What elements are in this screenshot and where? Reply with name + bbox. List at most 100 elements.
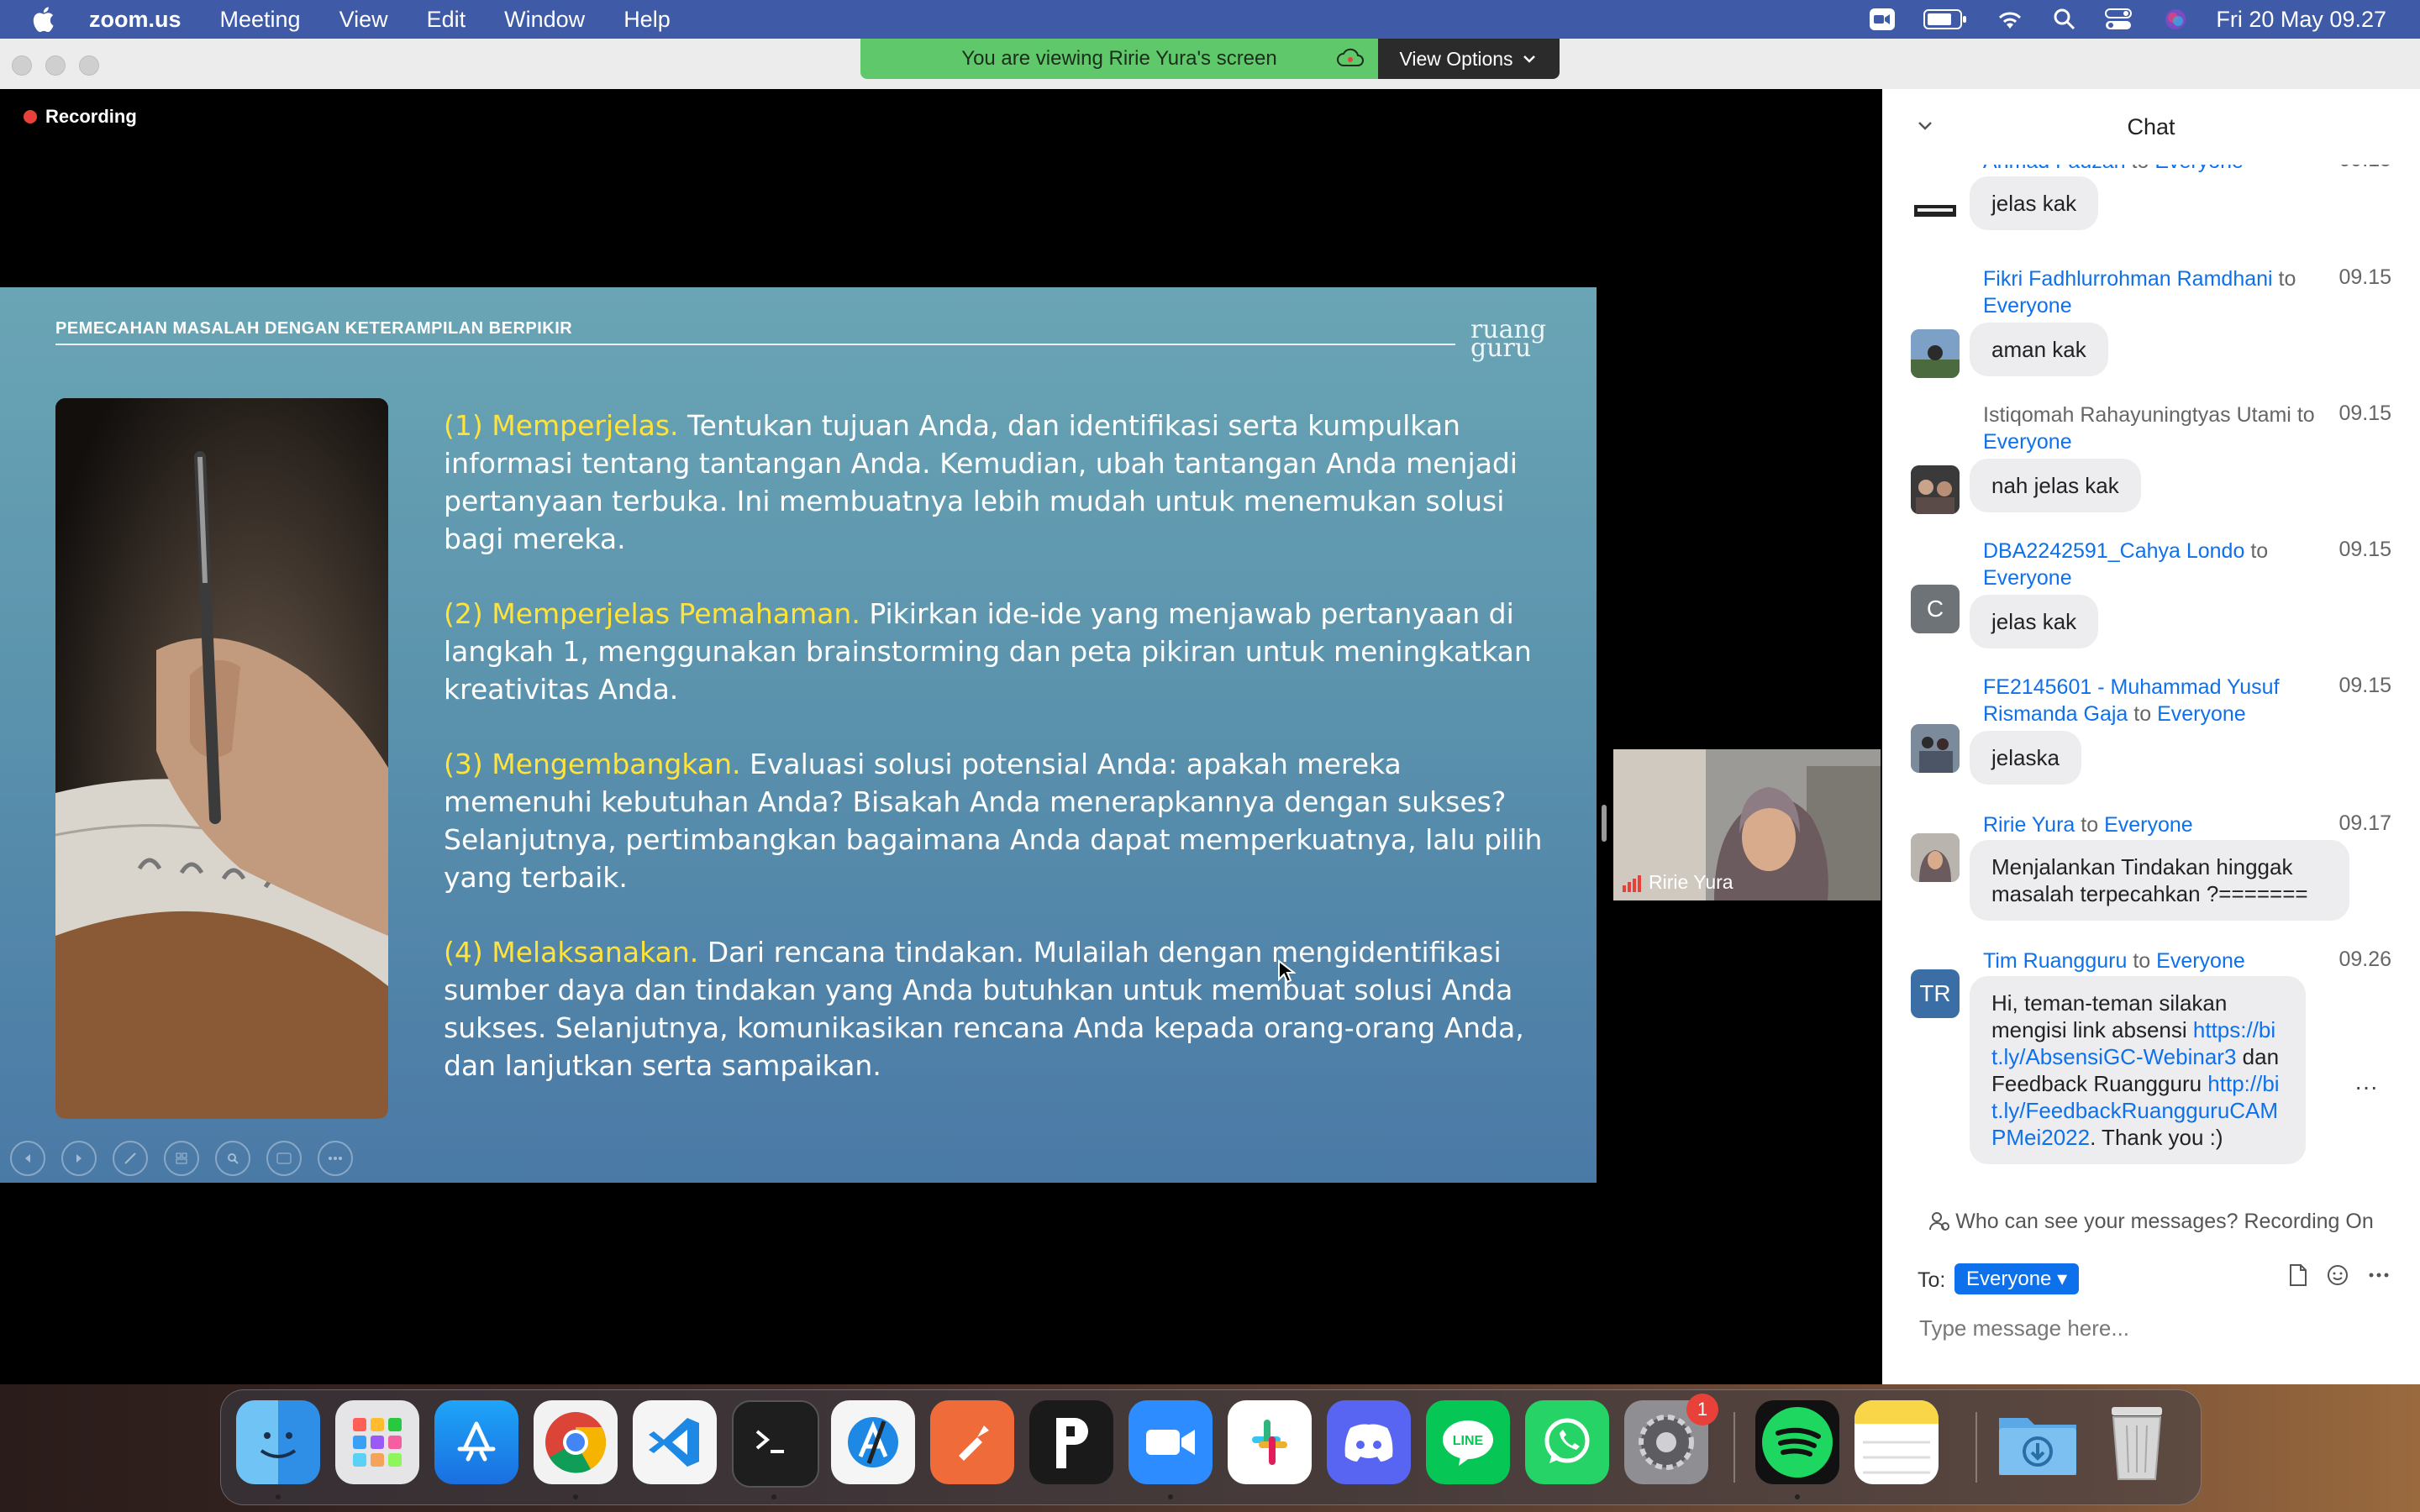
panel-resize-handle[interactable] [1602,805,1607,842]
sender-name[interactable]: Fikri Fadhlurrohman Ramdhani [1983,267,2273,291]
trash-icon[interactable] [2095,1400,2179,1484]
menu-window[interactable]: Window [504,7,585,33]
view-options-button[interactable]: View Options [1378,39,1560,79]
pen-icon[interactable] [113,1141,148,1176]
view-options-label: View Options [1399,47,1513,70]
ruangguru-logo: ruang guru [1470,315,1547,363]
xcode-icon[interactable] [831,1400,915,1484]
screen-share-banner: You are viewing Ririe Yura's screen View… [860,39,1560,79]
downloads-folder-icon[interactable] [1996,1400,2080,1484]
app-menu[interactable]: zoom.us [89,7,182,33]
terminal-icon[interactable] [732,1400,819,1488]
control-center-icon[interactable] [2105,8,2135,30]
message-bubble: aman kak [1970,323,2108,376]
next-slide-icon[interactable] [61,1141,97,1176]
message-more-icon[interactable]: ··· [2354,1074,2378,1100]
message-time: 09.17 [2338,811,2391,835]
sender-name[interactable]: DBA2242591_Cahya Londo [1983,539,2244,563]
line-icon[interactable]: LINE [1426,1400,1510,1484]
avatar: C [1911,585,1960,633]
zoom-status-icon[interactable] [1870,8,1896,30]
slide-body: (1) Memperjelas. Tentukan tujuan Anda, d… [444,407,1553,1121]
message-bubble: nah jelas kak [1970,459,2141,512]
chrome-icon[interactable] [534,1400,618,1484]
slides-grid-icon[interactable] [164,1141,199,1176]
recording-indicator: Recording [24,106,137,128]
message-bubble: Menjalankan Tindakan hinggak masalah ter… [1970,840,2349,921]
menu-edit[interactable]: Edit [427,7,466,33]
recording-label: Recording [45,106,137,127]
to-label: To: [1918,1268,1946,1292]
menu-meeting[interactable]: Meeting [220,7,301,33]
battery-icon[interactable] [1923,9,1967,29]
launchpad-icon[interactable] [335,1400,419,1484]
sender-name[interactable]: Tim Ruangguru [1983,949,2127,973]
menu-help[interactable]: Help [623,7,671,33]
slide-divider [55,344,1455,345]
shared-screen-area: Recording PEMECAHAN MASALAH DENGAN KETER… [0,89,1882,1384]
message-bubble: jelas kak [1970,176,2099,230]
file-icon[interactable] [2289,1263,2307,1291]
message-time: 09.15 [2338,265,2391,289]
zoom-app-icon[interactable] [1128,1400,1213,1484]
hand-writing-photo [55,398,388,1119]
message-time: 09.26 [2338,948,2391,971]
spotify-icon[interactable] [1755,1400,1839,1484]
sender-name[interactable]: Ririe Yura [1983,813,2075,837]
mouse-cursor-icon [1277,958,1297,989]
composer-more-icon[interactable] [2368,1263,2390,1291]
person-icon [1929,1212,1950,1231]
emoji-icon[interactable] [2326,1263,2349,1291]
message-time: 09.15 [2338,538,2391,561]
viewing-text: You are viewing Ririe Yura's screen [961,47,1277,70]
presentation-slide: PEMECAHAN MASALAH DENGAN KETERAMPILAN BE… [0,287,1597,1183]
pockets-app-icon[interactable] [1029,1400,1113,1484]
slide-point-4: (4) Melaksanakan. Dari rencana tindakan.… [444,936,1524,1082]
message-bubble: jelas kak [1970,595,2099,648]
chat-composer: To: Everyone ▾ Type message here... [1882,1248,2420,1384]
sender-name[interactable]: Istiqomah Rahayuningtyas Utami [1983,403,2291,427]
slide-point-2: (2) Memperjelas Pemahaman. Pikirkan ide-… [444,597,1532,706]
siri-icon[interactable] [2164,8,2187,31]
cloud-recording-icon [1336,47,1365,75]
notes-icon[interactable] [1854,1400,1939,1484]
avatar [1911,465,1960,514]
message-privacy-notice[interactable]: Who can see your messages? Recording On [1882,1210,2420,1234]
avatar: TR [1911,969,1960,1018]
svg-text:LINE: LINE [1453,1434,1484,1448]
zoom-slide-icon[interactable] [215,1141,250,1176]
apple-icon[interactable] [30,6,55,33]
wifi-icon[interactable] [1996,8,2024,30]
close-window-button[interactable] [12,55,32,76]
recipient-dropdown[interactable]: Everyone ▾ [1954,1263,2080,1294]
menubar-clock[interactable]: Fri 20 May 09.27 [2216,7,2386,33]
zoom-window-button[interactable] [79,55,99,76]
slide-header: PEMECAHAN MASALAH DENGAN KETERAMPILAN BE… [55,319,573,338]
dock-separator [1733,1412,1735,1483]
previous-slide-icon[interactable] [10,1141,45,1176]
spotlight-search-icon[interactable] [2053,8,2076,31]
finder-icon[interactable] [236,1400,320,1484]
dock-separator [1975,1412,1977,1483]
subtitles-icon[interactable] [266,1141,302,1176]
avatar [1911,833,1960,882]
app-store-icon[interactable] [434,1400,518,1484]
discord-icon[interactable] [1327,1400,1411,1484]
message-bubble: jelaska [1970,731,2081,785]
menu-view[interactable]: View [339,7,388,33]
message-time: 09.15 [2338,402,2391,425]
avatar [1911,329,1960,378]
chat-title: Chat [2127,114,2175,139]
avatar [1911,188,1960,237]
vscode-icon[interactable] [633,1400,717,1484]
minimize-window-button[interactable] [45,55,66,76]
composer-tools [2270,1263,2390,1291]
slack-icon[interactable] [1228,1400,1312,1484]
whatsapp-icon[interactable] [1525,1400,1609,1484]
postman-icon[interactable] [930,1400,1014,1484]
participant-video-tile[interactable]: Ririe Yura [1613,749,1881,900]
message-bubble: Hi, teman-teman silakan mengisi link abs… [1970,976,2306,1164]
more-options-icon[interactable] [318,1141,353,1176]
message-input[interactable]: Type message here... [1919,1315,2129,1341]
recording-dot-icon [24,110,37,123]
